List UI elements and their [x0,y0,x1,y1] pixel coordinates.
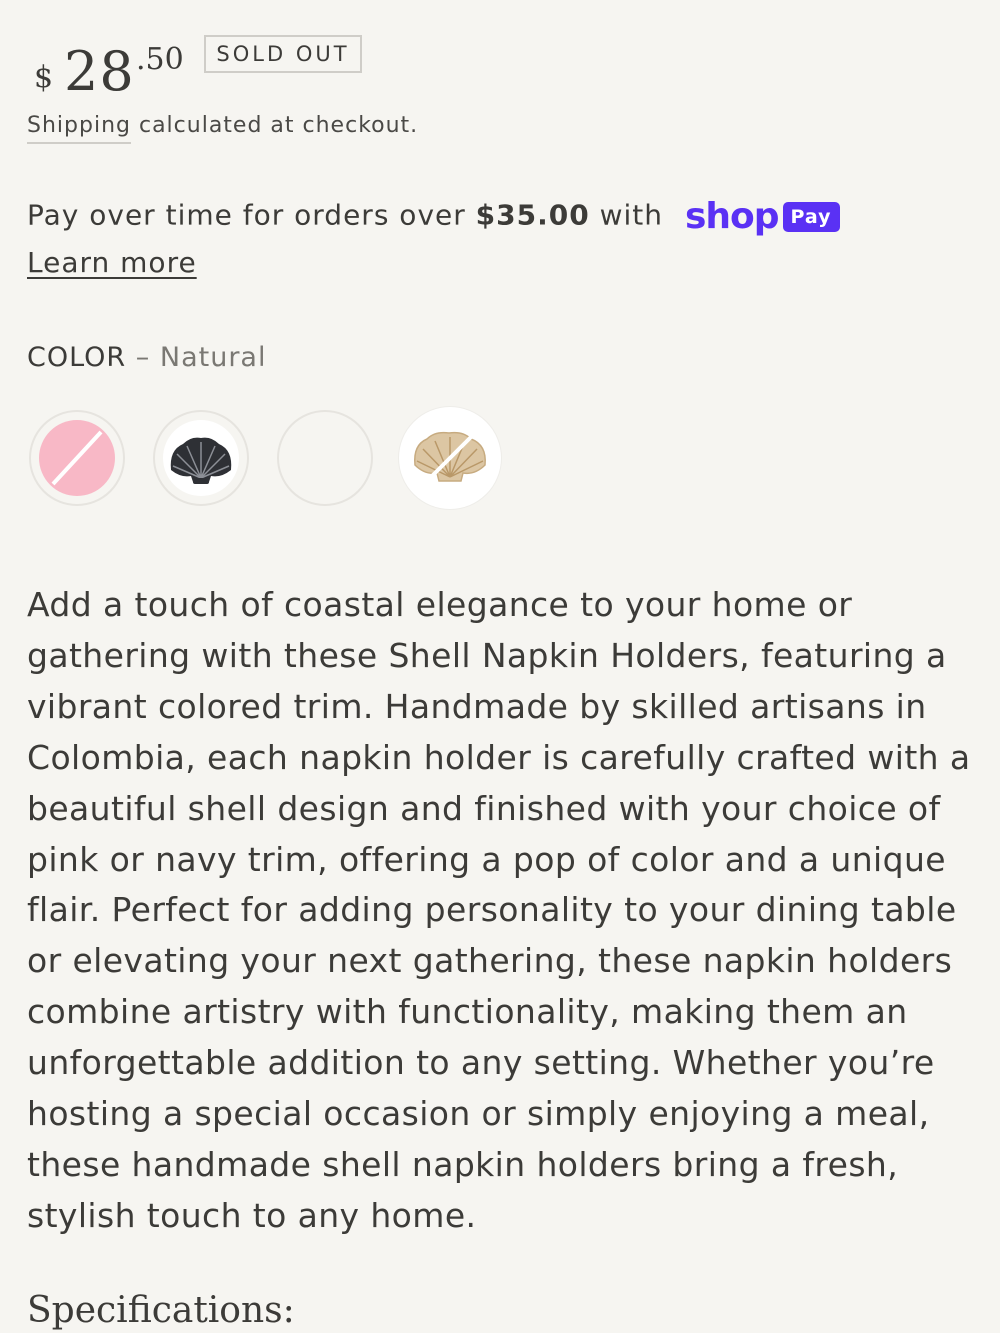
price-currency: $ [34,60,54,95]
swatch-pink[interactable] [29,410,125,506]
product-description: Add a touch of coastal elegance to your … [27,585,971,1235]
pay-logo-box: Pay [782,201,840,232]
price-cents: .50 [136,42,184,77]
unavailable-strike-icon [51,430,103,486]
swatch-navy[interactable] [153,410,249,506]
color-label-text: COLOR [27,342,127,373]
installments-prefix: Pay over time for orders over [27,198,476,232]
color-selected-value: Natural [159,342,267,373]
product-info-panel: $ 28 .50 SOLD OUT Shipping calculated at… [0,0,1000,1333]
shell-icon [170,437,232,484]
installments-suffix: with [589,198,664,232]
shop-pay-installments: Pay over time for orders over $35.00 wit… [27,196,840,237]
price-dollars: 28 [64,40,135,103]
swatch-white[interactable] [277,410,373,506]
learn-more-link[interactable]: Learn more [27,246,197,279]
shipping-note: Shipping calculated at checkout. [27,113,419,144]
swatch-navy-fill [163,420,239,496]
installments-threshold: $35.00 [475,198,590,232]
color-option-label: COLOR – Natural [27,342,266,373]
shop-pay-logo: shop Pay [685,196,840,237]
shop-logo-word: shop [684,196,780,237]
shell-natural-icon [413,421,487,495]
swatch-natural[interactable] [399,407,501,509]
color-separator: – [126,342,160,373]
sold-out-badge: SOLD OUT [204,35,362,73]
swatch-pink-fill [39,420,115,496]
shipping-note-text: calculated at checkout. [130,113,419,138]
specifications-heading: Specifications: [27,1290,295,1331]
shipping-policy-link[interactable]: Shipping [27,113,131,144]
